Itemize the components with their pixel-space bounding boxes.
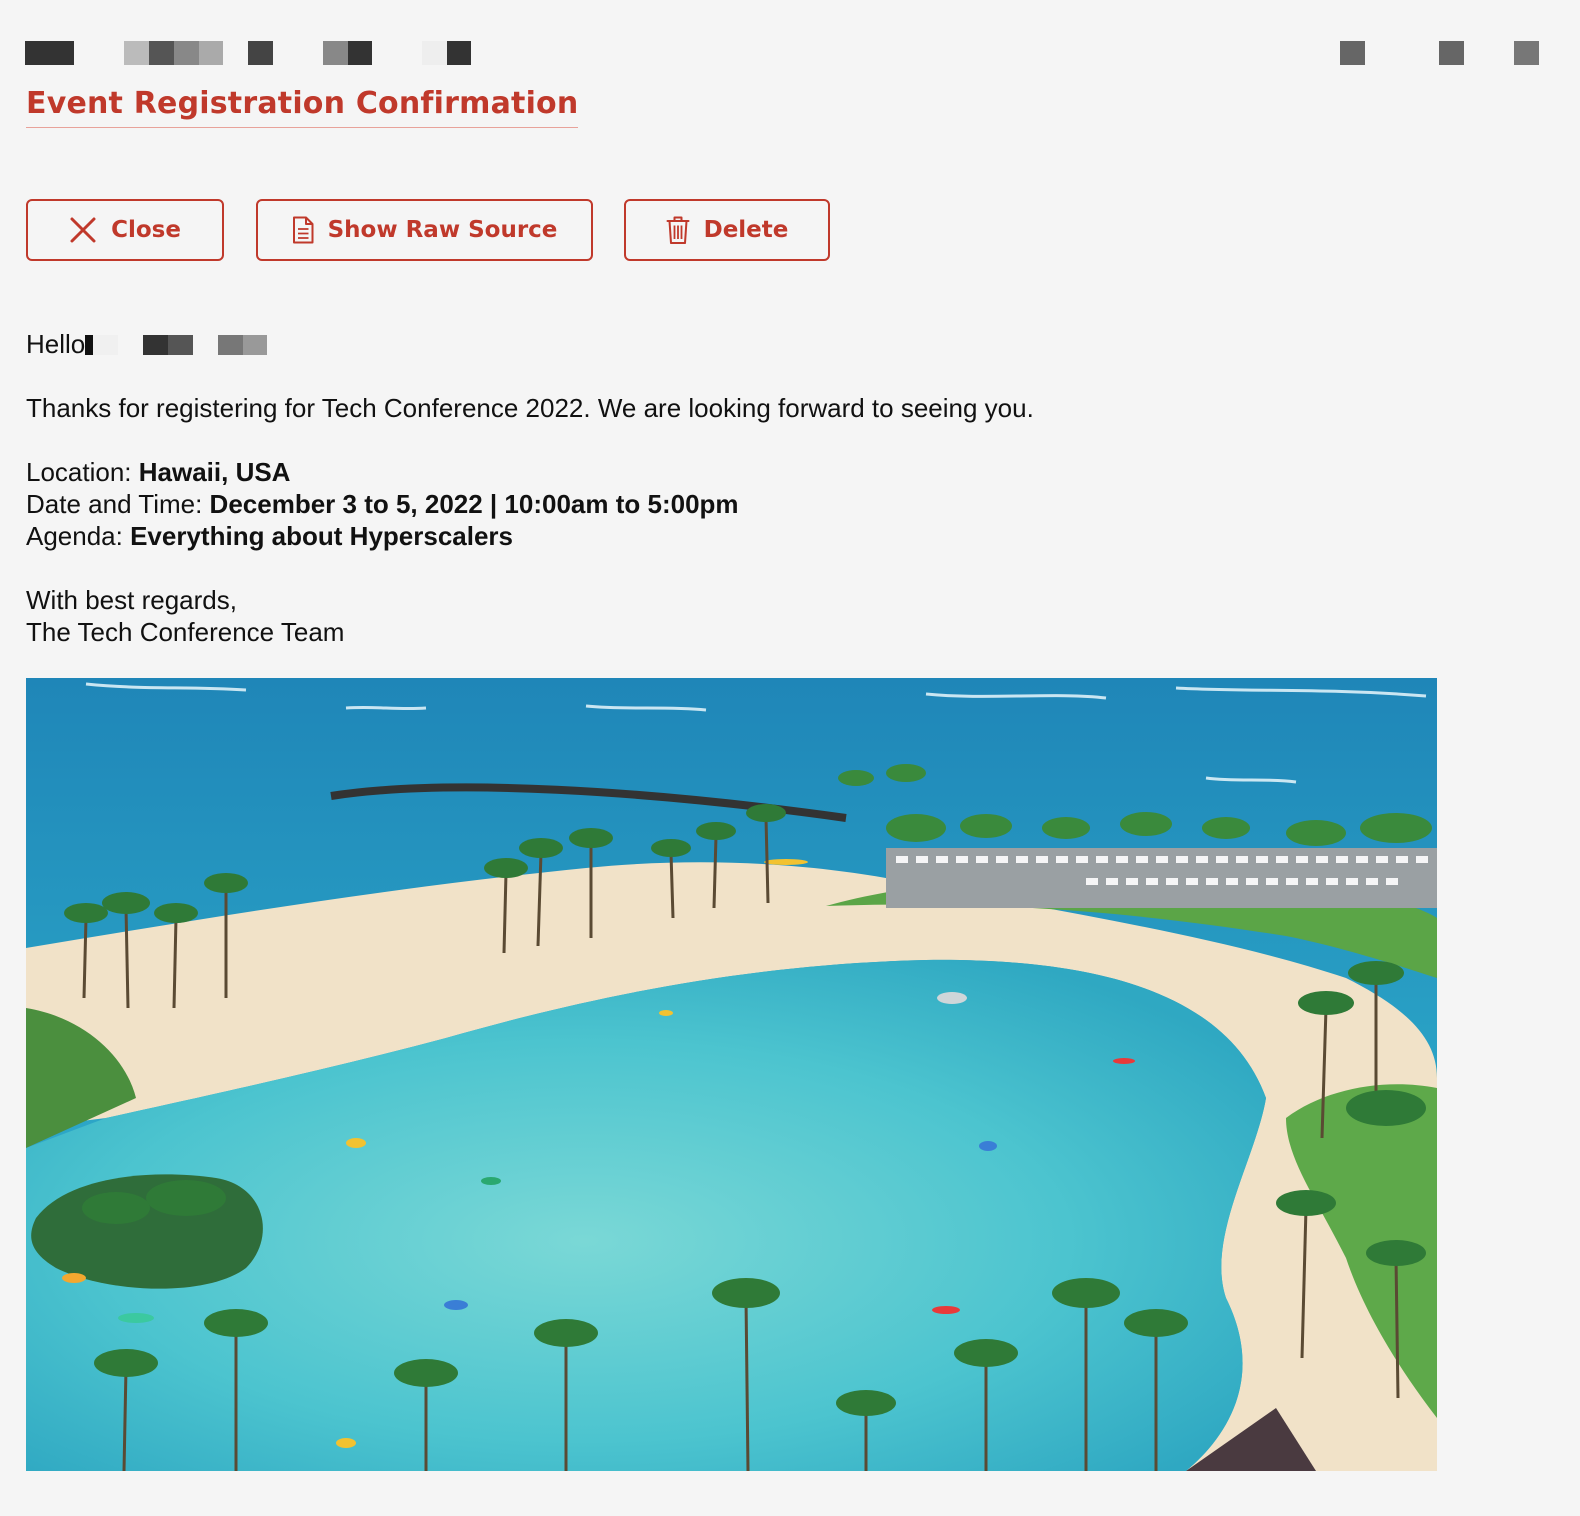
redacted-block [1514,41,1539,65]
redacted-block [1340,41,1365,65]
email-body: Hello Thanks for registering for Tech Co… [26,328,1034,648]
redacted-block [85,335,94,355]
location-value: Hawaii, USA [138,457,291,487]
close-icon [69,216,97,244]
redacted-block [323,41,348,65]
close-button-label: Close [111,217,181,243]
email-subject: Event Registration Confirmation [26,86,579,128]
signature: The Tech Conference Team [26,617,345,647]
redacted-block [243,335,268,355]
redacted-block [193,335,219,355]
delete-button[interactable]: Delete [624,199,830,261]
trash-icon [666,215,690,245]
greeting-line: Hello [26,328,1034,360]
agenda-label: Agenda: [26,521,131,551]
redacted-block [218,335,244,355]
datetime-value: December 3 to 5, 2022 | 10:00am to 5:00p… [209,489,739,519]
redacted-block [93,335,119,355]
redacted-block [124,41,149,65]
beach-lagoon-image [26,678,1437,1471]
redacted-block [143,335,169,355]
signoff: With best regards, [26,585,237,615]
redacted-block [118,335,144,355]
datetime-line: Date and Time: December 3 to 5, 2022 | 1… [26,488,1034,520]
redacted-block [149,41,174,65]
redacted-block [1439,41,1464,65]
location-label: Location: [26,457,139,487]
redacted-block [25,41,74,65]
redacted-block [199,41,223,65]
greeting: Hello [26,329,86,359]
show-raw-source-label: Show Raw Source [327,217,558,243]
delete-button-label: Delete [703,217,789,243]
show-raw-source-button[interactable]: Show Raw Source [256,199,593,261]
redacted-block [447,41,471,65]
redacted-block [168,335,194,355]
document-icon [292,216,314,244]
redacted-block [422,41,447,65]
datetime-label: Date and Time: [26,489,210,519]
redacted-block [348,41,372,65]
agenda-value: Everything about Hyperscalers [130,521,514,551]
close-button[interactable]: Close [26,199,224,261]
intro-text: Thanks for registering for Tech Conferen… [26,393,1034,423]
location-line: Location: Hawaii, USA [26,456,1034,488]
redacted-block [248,41,273,65]
agenda-line: Agenda: Everything about Hyperscalers [26,520,1034,552]
redacted-block [174,41,199,65]
